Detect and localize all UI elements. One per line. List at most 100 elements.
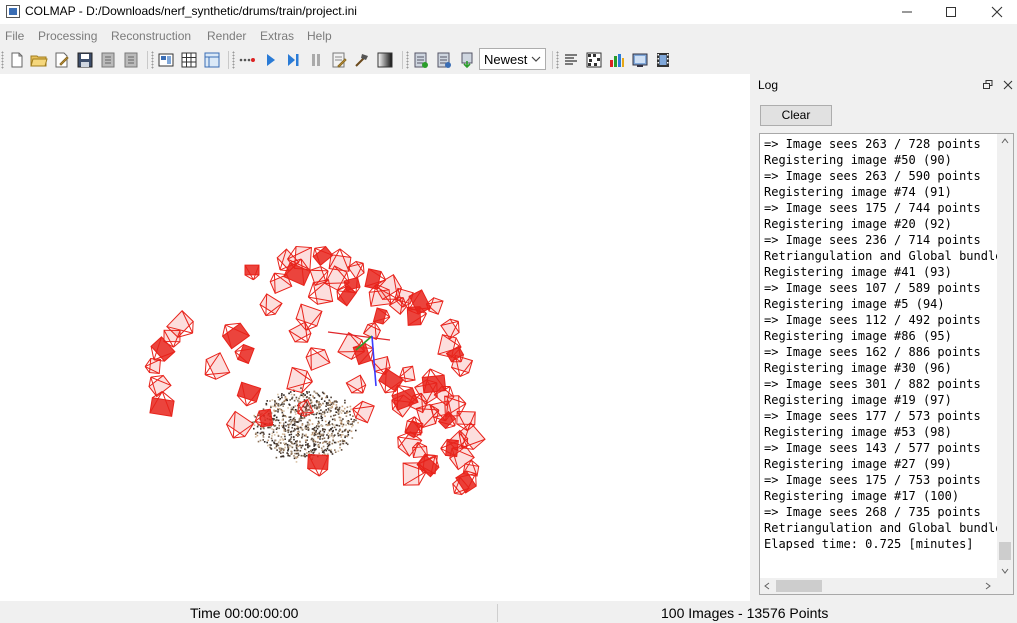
model-viewer[interactable] <box>0 74 750 601</box>
toolbar-grip[interactable] <box>556 51 559 69</box>
log-line: Elapsed time: 0.725 [minutes] <box>764 537 974 551</box>
title-bar: COLMAP - D:/Downloads/nerf_synthetic/dru… <box>0 0 1017 24</box>
log-title: Log <box>758 78 779 92</box>
log-line: => Image sees 236 / 714 points <box>764 233 981 247</box>
log-line: Registering image #20 (92) <box>764 217 952 231</box>
render-options-icon[interactable] <box>412 51 430 69</box>
menu-processing[interactable]: Processing <box>38 29 97 43</box>
camera-frustum <box>347 260 365 280</box>
camera-frustum <box>307 279 334 305</box>
point-cloud-scene[interactable] <box>0 74 750 601</box>
grab-image-icon[interactable] <box>458 51 476 69</box>
camera-frustum <box>244 264 260 281</box>
menu-extras[interactable]: Extras <box>260 29 294 43</box>
toolbar-grip[interactable] <box>151 51 154 69</box>
camera-frustum <box>204 352 231 380</box>
show-log-icon[interactable] <box>562 51 580 69</box>
log-line: Registering image #17 (100) <box>764 489 960 503</box>
log-line: => Image sees 263 / 590 points <box>764 169 981 183</box>
minimize-icon <box>902 11 912 13</box>
close-icon[interactable] <box>1003 80 1013 90</box>
camera-frustum <box>148 374 172 398</box>
toolbar-grip[interactable] <box>232 51 235 69</box>
open-project-icon[interactable] <box>30 51 48 69</box>
scroll-left-icon[interactable] <box>764 582 770 590</box>
camera-frustum <box>312 245 334 267</box>
close-button[interactable] <box>974 0 1017 24</box>
scroll-down-icon[interactable] <box>1001 568 1009 574</box>
new-project-icon[interactable] <box>8 51 26 69</box>
toolbar-grip[interactable] <box>1 51 4 69</box>
scroll-right-icon[interactable] <box>985 582 991 590</box>
log-line: Registering image #86 (95) <box>764 329 952 343</box>
log-line: => Image sees 107 / 589 points <box>764 281 981 295</box>
camera-frustum <box>149 391 175 417</box>
database-icon[interactable] <box>203 51 221 69</box>
menu-file[interactable]: File <box>5 29 24 43</box>
log-text-area[interactable]: => Image sees 263 / 728 points Registerin… <box>759 133 1014 595</box>
camera-frustum <box>254 408 274 428</box>
status-model-counts: 100 Images - 13576 Points <box>661 605 829 621</box>
feature-matching-icon[interactable] <box>180 51 198 69</box>
log-dock: Log Clear => Image sees 263 / 728 points… <box>754 74 1017 601</box>
step-icon[interactable] <box>284 51 302 69</box>
start-reconstruction-icon[interactable] <box>261 51 279 69</box>
grab-movie-icon[interactable] <box>631 51 649 69</box>
log-line: Registering image #5 (94) <box>764 297 945 311</box>
log-line: Registering image #30 (96) <box>764 361 952 375</box>
status-separator <box>497 604 498 622</box>
log-line: => Image sees 268 / 735 points <box>764 505 981 519</box>
automatic-reconstruction-icon[interactable] <box>238 51 256 69</box>
pause-icon[interactable] <box>307 51 325 69</box>
reconstruction-selector[interactable]: Newest <box>479 48 546 70</box>
menu-bar: File Processing Reconstruction Render Ex… <box>0 26 1017 46</box>
camera-frustum <box>221 322 251 350</box>
scroll-up-icon[interactable] <box>1001 138 1009 144</box>
log-line: Retriangulation and Global bundle adjust… <box>764 521 1000 535</box>
camera-frusta <box>144 245 486 496</box>
match-matrix-icon[interactable] <box>585 51 603 69</box>
camera-frustum <box>425 297 444 315</box>
log-vertical-scrollbar[interactable] <box>997 134 1013 578</box>
toolbar-separator <box>147 51 148 69</box>
movie-icon[interactable] <box>654 51 672 69</box>
export-icon[interactable] <box>122 51 140 69</box>
minimize-button[interactable] <box>884 0 930 24</box>
save-project-icon[interactable] <box>76 51 94 69</box>
import-icon[interactable] <box>99 51 117 69</box>
float-icon[interactable] <box>983 80 993 90</box>
reconstruction-options-icon[interactable] <box>330 51 348 69</box>
log-line: => Image sees 112 / 492 points <box>764 313 981 327</box>
log-line: => Image sees 143 / 577 points <box>764 441 981 455</box>
model-stats-icon[interactable] <box>435 51 453 69</box>
camera-frustum <box>307 453 329 477</box>
reconstruction-stats-icon[interactable] <box>608 51 626 69</box>
menu-help[interactable]: Help <box>307 29 332 43</box>
camera-frustum <box>144 358 162 374</box>
camera-frustum <box>297 398 315 418</box>
camera-frustum <box>259 293 283 317</box>
menu-reconstruction[interactable]: Reconstruction <box>111 29 191 43</box>
toolbar-separator <box>552 51 553 69</box>
log-line: Registering image #50 (90) <box>764 153 952 167</box>
bundle-adjustment-icon[interactable] <box>353 51 371 69</box>
log-line: Registering image #74 (91) <box>764 185 952 199</box>
edit-project-icon[interactable] <box>53 51 71 69</box>
log-horizontal-scrollbar[interactable] <box>760 578 1013 594</box>
vertical-scroll-thumb[interactable] <box>999 542 1011 560</box>
maximize-button[interactable] <box>928 0 974 24</box>
toolbar-grip[interactable] <box>406 51 409 69</box>
reconstruction-selector-value: Newest <box>484 52 528 67</box>
menu-render[interactable]: Render <box>207 29 246 43</box>
clear-log-button[interactable]: Clear <box>760 105 832 126</box>
log-line: Registering image #19 (97) <box>764 393 952 407</box>
camera-frustum <box>345 374 367 394</box>
camera-frustum <box>236 381 262 407</box>
status-time: Time 00:00:00:00 <box>190 605 299 621</box>
feature-extraction-icon[interactable] <box>157 51 175 69</box>
window-title: COLMAP - D:/Downloads/nerf_synthetic/dru… <box>25 4 357 18</box>
dense-reconstruction-icon[interactable] <box>376 51 394 69</box>
horizontal-scroll-thumb[interactable] <box>776 580 822 592</box>
log-line: Retriangulation and Global bundle adjust… <box>764 249 1000 263</box>
camera-frustum <box>305 347 331 371</box>
